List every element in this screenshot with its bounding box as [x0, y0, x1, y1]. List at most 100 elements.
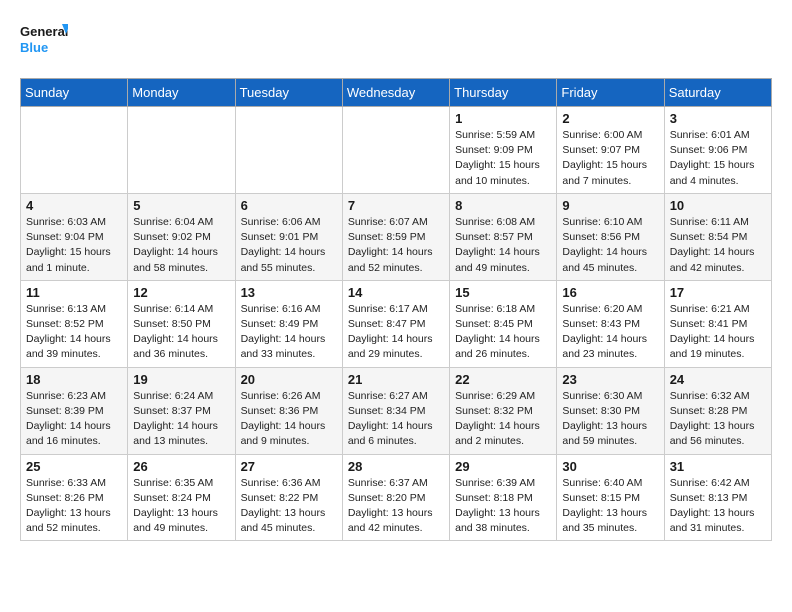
- day-number: 11: [26, 285, 122, 300]
- day-info: Sunrise: 6:10 AM Sunset: 8:56 PM Dayligh…: [562, 215, 658, 276]
- day-info: Sunrise: 6:11 AM Sunset: 8:54 PM Dayligh…: [670, 215, 766, 276]
- day-info: Sunrise: 6:33 AM Sunset: 8:26 PM Dayligh…: [26, 476, 122, 537]
- day-number: 1: [455, 111, 551, 126]
- logo-svg: General Blue: [20, 20, 68, 62]
- day-info: Sunrise: 6:32 AM Sunset: 8:28 PM Dayligh…: [670, 389, 766, 450]
- day-info: Sunrise: 6:29 AM Sunset: 8:32 PM Dayligh…: [455, 389, 551, 450]
- day-info: Sunrise: 6:08 AM Sunset: 8:57 PM Dayligh…: [455, 215, 551, 276]
- weekday-header-monday: Monday: [128, 79, 235, 107]
- day-number: 10: [670, 198, 766, 213]
- day-info: Sunrise: 6:39 AM Sunset: 8:18 PM Dayligh…: [455, 476, 551, 537]
- calendar-cell: 14 Sunrise: 6:17 AM Sunset: 8:47 PM Dayli…: [342, 280, 449, 367]
- day-number: 26: [133, 459, 229, 474]
- day-number: 16: [562, 285, 658, 300]
- calendar-week-row: 25 Sunrise: 6:33 AM Sunset: 8:26 PM Dayli…: [21, 454, 772, 541]
- day-number: 6: [241, 198, 337, 213]
- day-info: Sunrise: 6:06 AM Sunset: 9:01 PM Dayligh…: [241, 215, 337, 276]
- calendar-table: SundayMondayTuesdayWednesdayThursdayFrid…: [20, 78, 772, 541]
- calendar-cell: 26 Sunrise: 6:35 AM Sunset: 8:24 PM Dayli…: [128, 454, 235, 541]
- calendar-cell: 12 Sunrise: 6:14 AM Sunset: 8:50 PM Dayli…: [128, 280, 235, 367]
- calendar-week-row: 11Sunrise: 6:13 AM Sunset: 8:52 PM Dayli…: [21, 280, 772, 367]
- weekday-header-sunday: Sunday: [21, 79, 128, 107]
- calendar-cell: 11Sunrise: 6:13 AM Sunset: 8:52 PM Dayli…: [21, 280, 128, 367]
- day-number: 3: [670, 111, 766, 126]
- weekday-header-friday: Friday: [557, 79, 664, 107]
- day-info: Sunrise: 6:24 AM Sunset: 8:37 PM Dayligh…: [133, 389, 229, 450]
- day-info: Sunrise: 6:20 AM Sunset: 8:43 PM Dayligh…: [562, 302, 658, 363]
- day-info: Sunrise: 6:03 AM Sunset: 9:04 PM Dayligh…: [26, 215, 122, 276]
- svg-text:Blue: Blue: [20, 40, 48, 55]
- day-number: 22: [455, 372, 551, 387]
- weekday-header-wednesday: Wednesday: [342, 79, 449, 107]
- day-info: Sunrise: 5:59 AM Sunset: 9:09 PM Dayligh…: [455, 128, 551, 189]
- day-number: 5: [133, 198, 229, 213]
- calendar-cell: 28 Sunrise: 6:37 AM Sunset: 8:20 PM Dayli…: [342, 454, 449, 541]
- day-number: 31: [670, 459, 766, 474]
- day-number: 17: [670, 285, 766, 300]
- day-info: Sunrise: 6:18 AM Sunset: 8:45 PM Dayligh…: [455, 302, 551, 363]
- day-info: Sunrise: 6:35 AM Sunset: 8:24 PM Dayligh…: [133, 476, 229, 537]
- calendar-cell: [21, 107, 128, 194]
- calendar-cell: [235, 107, 342, 194]
- day-number: 14: [348, 285, 444, 300]
- calendar-cell: 31 Sunrise: 6:42 AM Sunset: 8:13 PM Dayli…: [664, 454, 771, 541]
- day-info: Sunrise: 6:40 AM Sunset: 8:15 PM Dayligh…: [562, 476, 658, 537]
- day-number: 4: [26, 198, 122, 213]
- day-number: 27: [241, 459, 337, 474]
- day-number: 20: [241, 372, 337, 387]
- calendar-cell: 15 Sunrise: 6:18 AM Sunset: 8:45 PM Dayli…: [450, 280, 557, 367]
- calendar-cell: 3Sunrise: 6:01 AM Sunset: 9:06 PM Daylig…: [664, 107, 771, 194]
- calendar-cell: 19 Sunrise: 6:24 AM Sunset: 8:37 PM Dayli…: [128, 367, 235, 454]
- calendar-week-row: 1 Sunrise: 5:59 AM Sunset: 9:09 PM Daylig…: [21, 107, 772, 194]
- calendar-cell: 23 Sunrise: 6:30 AM Sunset: 8:30 PM Dayli…: [557, 367, 664, 454]
- day-info: Sunrise: 6:23 AM Sunset: 8:39 PM Dayligh…: [26, 389, 122, 450]
- day-number: 19: [133, 372, 229, 387]
- calendar-cell: 8 Sunrise: 6:08 AM Sunset: 8:57 PM Daylig…: [450, 193, 557, 280]
- calendar-cell: 13 Sunrise: 6:16 AM Sunset: 8:49 PM Dayli…: [235, 280, 342, 367]
- day-info: Sunrise: 6:16 AM Sunset: 8:49 PM Dayligh…: [241, 302, 337, 363]
- day-number: 15: [455, 285, 551, 300]
- calendar-cell: 10 Sunrise: 6:11 AM Sunset: 8:54 PM Dayli…: [664, 193, 771, 280]
- weekday-header-saturday: Saturday: [664, 79, 771, 107]
- day-number: 30: [562, 459, 658, 474]
- day-number: 8: [455, 198, 551, 213]
- calendar-cell: 1 Sunrise: 5:59 AM Sunset: 9:09 PM Daylig…: [450, 107, 557, 194]
- day-number: 12: [133, 285, 229, 300]
- day-info: Sunrise: 6:14 AM Sunset: 8:50 PM Dayligh…: [133, 302, 229, 363]
- day-number: 25: [26, 459, 122, 474]
- day-number: 13: [241, 285, 337, 300]
- calendar-week-row: 4 Sunrise: 6:03 AM Sunset: 9:04 PM Daylig…: [21, 193, 772, 280]
- day-number: 29: [455, 459, 551, 474]
- day-info: Sunrise: 6:17 AM Sunset: 8:47 PM Dayligh…: [348, 302, 444, 363]
- calendar-cell: 30 Sunrise: 6:40 AM Sunset: 8:15 PM Dayli…: [557, 454, 664, 541]
- day-info: Sunrise: 6:04 AM Sunset: 9:02 PM Dayligh…: [133, 215, 229, 276]
- calendar-cell: 18 Sunrise: 6:23 AM Sunset: 8:39 PM Dayli…: [21, 367, 128, 454]
- calendar-cell: 17 Sunrise: 6:21 AM Sunset: 8:41 PM Dayli…: [664, 280, 771, 367]
- day-info: Sunrise: 6:37 AM Sunset: 8:20 PM Dayligh…: [348, 476, 444, 537]
- day-number: 28: [348, 459, 444, 474]
- calendar-cell: [342, 107, 449, 194]
- calendar-cell: 6 Sunrise: 6:06 AM Sunset: 9:01 PM Daylig…: [235, 193, 342, 280]
- calendar-cell: 25 Sunrise: 6:33 AM Sunset: 8:26 PM Dayli…: [21, 454, 128, 541]
- day-info: Sunrise: 6:36 AM Sunset: 8:22 PM Dayligh…: [241, 476, 337, 537]
- day-info: Sunrise: 6:00 AM Sunset: 9:07 PM Dayligh…: [562, 128, 658, 189]
- calendar-cell: 22 Sunrise: 6:29 AM Sunset: 8:32 PM Dayli…: [450, 367, 557, 454]
- day-info: Sunrise: 6:26 AM Sunset: 8:36 PM Dayligh…: [241, 389, 337, 450]
- day-number: 2: [562, 111, 658, 126]
- weekday-header-thursday: Thursday: [450, 79, 557, 107]
- day-info: Sunrise: 6:07 AM Sunset: 8:59 PM Dayligh…: [348, 215, 444, 276]
- day-info: Sunrise: 6:27 AM Sunset: 8:34 PM Dayligh…: [348, 389, 444, 450]
- calendar-cell: 24Sunrise: 6:32 AM Sunset: 8:28 PM Dayli…: [664, 367, 771, 454]
- calendar-cell: 4 Sunrise: 6:03 AM Sunset: 9:04 PM Daylig…: [21, 193, 128, 280]
- day-number: 9: [562, 198, 658, 213]
- day-number: 23: [562, 372, 658, 387]
- day-info: Sunrise: 6:21 AM Sunset: 8:41 PM Dayligh…: [670, 302, 766, 363]
- calendar-cell: 21Sunrise: 6:27 AM Sunset: 8:34 PM Dayli…: [342, 367, 449, 454]
- day-info: Sunrise: 6:42 AM Sunset: 8:13 PM Dayligh…: [670, 476, 766, 537]
- calendar-cell: 20 Sunrise: 6:26 AM Sunset: 8:36 PM Dayli…: [235, 367, 342, 454]
- day-number: 18: [26, 372, 122, 387]
- calendar-cell: 16 Sunrise: 6:20 AM Sunset: 8:43 PM Dayli…: [557, 280, 664, 367]
- calendar-week-row: 18 Sunrise: 6:23 AM Sunset: 8:39 PM Dayli…: [21, 367, 772, 454]
- day-info: Sunrise: 6:30 AM Sunset: 8:30 PM Dayligh…: [562, 389, 658, 450]
- day-number: 7: [348, 198, 444, 213]
